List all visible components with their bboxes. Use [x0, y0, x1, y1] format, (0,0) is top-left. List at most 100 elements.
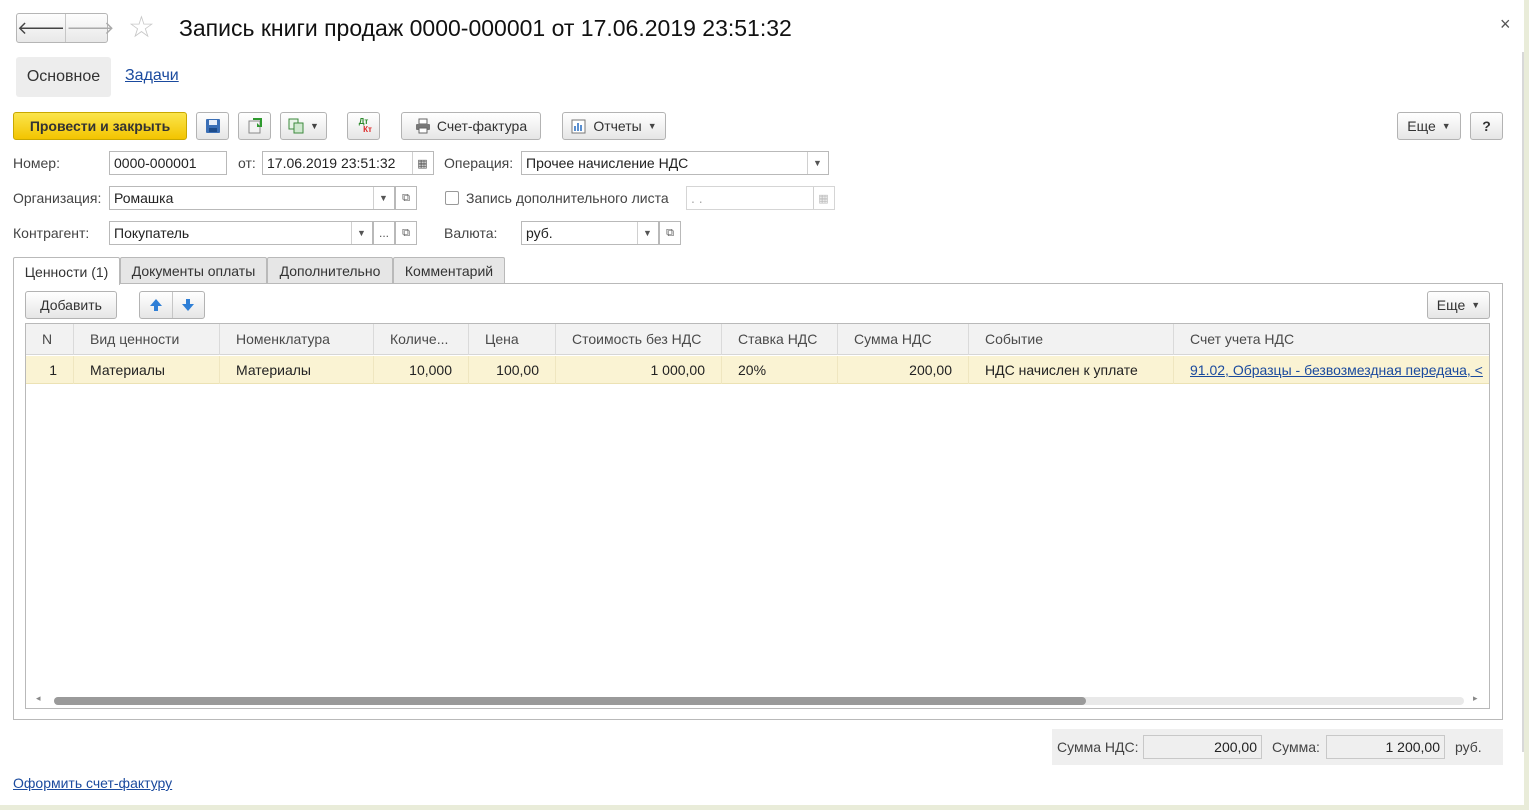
window-border-bottom [0, 805, 1529, 810]
tab-additional[interactable]: Дополнительно [267, 257, 393, 284]
number-label: Номер: [13, 155, 60, 171]
create-based-on-button[interactable]: ▼ [280, 112, 327, 140]
chevron-down-icon: ▼ [1471, 300, 1481, 310]
favorite-star-icon[interactable]: ☆ [128, 12, 155, 44]
vat-total-field: 200,00 [1143, 735, 1262, 759]
open-icon: ⧉ [666, 226, 674, 239]
post-document-icon [248, 118, 262, 134]
column-header-vat-account[interactable]: Счет учета НДС [1174, 324, 1489, 355]
operation-value: Прочее начисление НДС [526, 155, 689, 171]
forward-button[interactable]: 🡒 [65, 14, 115, 42]
section-tasks-link[interactable]: Задачи [125, 67, 179, 85]
values-table[interactable]: N Вид ценности Номенклатура Количе... Це… [25, 323, 1490, 709]
invoice-button[interactable]: Счет-фактура [401, 112, 541, 140]
back-button[interactable]: 🡐 [17, 14, 65, 42]
ellipsis-icon: ... [378, 226, 389, 240]
column-header-n[interactable]: N [26, 324, 74, 355]
invoice-button-label: Счет-фактура [436, 118, 528, 134]
help-button[interactable]: ? [1470, 112, 1503, 140]
calendar-icon[interactable]: ▦ [412, 152, 432, 174]
post-and-close-button[interactable]: Провести и закрыть [13, 112, 187, 140]
arrow-right-icon: 🡒 [66, 17, 115, 38]
column-header-nomenclature[interactable]: Номенклатура [220, 324, 374, 355]
table-row[interactable]: 1 Материалы Материалы 10,000 100,00 1 00… [26, 356, 1489, 384]
chevron-down-icon: ▼ [647, 121, 657, 131]
chevron-down-icon[interactable]: ▼ [637, 222, 657, 244]
currency-select[interactable]: руб. ▼ [521, 221, 659, 245]
cell-nomenclature[interactable]: Материалы [220, 356, 374, 384]
calendar-icon: ▦ [813, 187, 833, 209]
column-header-value-type[interactable]: Вид ценности [74, 324, 220, 355]
scroll-right-icon[interactable]: ▸ [1473, 693, 1478, 704]
chevron-down-icon: ▼ [1441, 121, 1451, 131]
post-button[interactable] [238, 112, 271, 140]
make-invoice-link[interactable]: Оформить счет-фактуру [13, 775, 172, 791]
column-header-quantity[interactable]: Количе... [374, 324, 469, 355]
column-header-event[interactable]: Событие [969, 324, 1174, 355]
cell-quantity[interactable]: 10,000 [374, 356, 469, 384]
save-button[interactable] [196, 112, 229, 140]
horizontal-scrollbar-thumb[interactable] [54, 697, 1086, 705]
date-field[interactable]: 17.06.2019 23:51:32 ▦ [262, 151, 434, 175]
counterparty-select[interactable]: Покупатель ▼ [109, 221, 373, 245]
sum-total-field: 1 200,00 [1326, 735, 1445, 759]
select-counterparty-button[interactable]: ... [373, 221, 395, 245]
post-and-close-label: Провести и закрыть [29, 118, 171, 134]
move-up-button[interactable] [140, 292, 173, 318]
counterparty-value: Покупатель [114, 225, 190, 241]
cell-vat-account-link[interactable]: 91.02, Образцы - безвозмездная передача,… [1174, 356, 1489, 384]
dt-kt-button[interactable]: Дт Кт [347, 112, 380, 140]
open-currency-button[interactable]: ⧉ [659, 221, 681, 245]
reports-button[interactable]: Отчеты ▼ [562, 112, 666, 140]
chevron-down-icon[interactable]: ▼ [807, 152, 827, 174]
cell-n[interactable]: 1 [26, 356, 74, 384]
floppy-disk-icon [205, 119, 220, 133]
more-button[interactable]: Еще ▼ [1397, 112, 1461, 140]
table-more-label: Еще [1436, 297, 1466, 313]
currency-label: Валюта: [444, 225, 498, 241]
create-based-on-icon [288, 118, 304, 134]
chevron-down-icon[interactable]: ▼ [373, 187, 393, 209]
scroll-left-icon[interactable]: ◂ [36, 693, 41, 704]
open-organization-button[interactable]: ⧉ [395, 186, 417, 210]
organization-value: Ромашка [114, 190, 174, 206]
cell-value-type[interactable]: Материалы [74, 356, 220, 384]
operation-label: Операция: [444, 155, 514, 171]
cell-event[interactable]: НДС начислен к уплате [969, 356, 1174, 384]
extra-sheet-checkbox[interactable] [445, 191, 459, 205]
add-row-label: Добавить [40, 297, 102, 313]
chevron-down-icon[interactable]: ▼ [351, 222, 371, 244]
horizontal-scrollbar[interactable] [54, 697, 1464, 705]
organization-label: Организация: [13, 190, 102, 206]
operation-select[interactable]: Прочее начисление НДС ▼ [521, 151, 829, 175]
open-counterparty-button[interactable]: ⧉ [395, 221, 417, 245]
help-icon: ? [1482, 118, 1491, 134]
close-icon[interactable]: × [1500, 14, 1511, 35]
section-main[interactable]: Основное [16, 57, 111, 97]
cell-cost-without-vat[interactable]: 1 000,00 [556, 356, 722, 384]
column-header-vat-amount[interactable]: Сумма НДС [838, 324, 969, 355]
number-field[interactable]: 0000-000001 [109, 151, 227, 175]
tab-payment-documents[interactable]: Документы оплаты [120, 257, 267, 284]
cell-vat-rate[interactable]: 20% [722, 356, 838, 384]
tab-comment[interactable]: Комментарий [393, 257, 505, 284]
table-more-button[interactable]: Еще ▼ [1427, 291, 1490, 319]
cell-vat-amount[interactable]: 200,00 [838, 356, 969, 384]
currency-suffix: руб. [1455, 739, 1482, 755]
column-header-cost-without-vat[interactable]: Стоимость без НДС [556, 324, 722, 355]
printer-icon [415, 118, 430, 134]
add-row-button[interactable]: Добавить [25, 291, 117, 319]
move-down-button[interactable] [173, 292, 205, 318]
tab-values[interactable]: Ценности (1) [13, 257, 120, 285]
date-from-label: от: [238, 155, 256, 171]
arrow-left-icon: 🡐 [17, 17, 66, 38]
column-header-price[interactable]: Цена [469, 324, 556, 355]
move-buttons [139, 291, 205, 319]
open-icon: ⧉ [402, 226, 410, 239]
form-vertical-scrollbar[interactable] [1522, 52, 1524, 752]
organization-select[interactable]: Ромашка ▼ [109, 186, 395, 210]
cell-price[interactable]: 100,00 [469, 356, 556, 384]
date-value: 17.06.2019 23:51:32 [267, 155, 396, 171]
currency-value: руб. [526, 225, 553, 241]
column-header-vat-rate[interactable]: Ставка НДС [722, 324, 838, 355]
